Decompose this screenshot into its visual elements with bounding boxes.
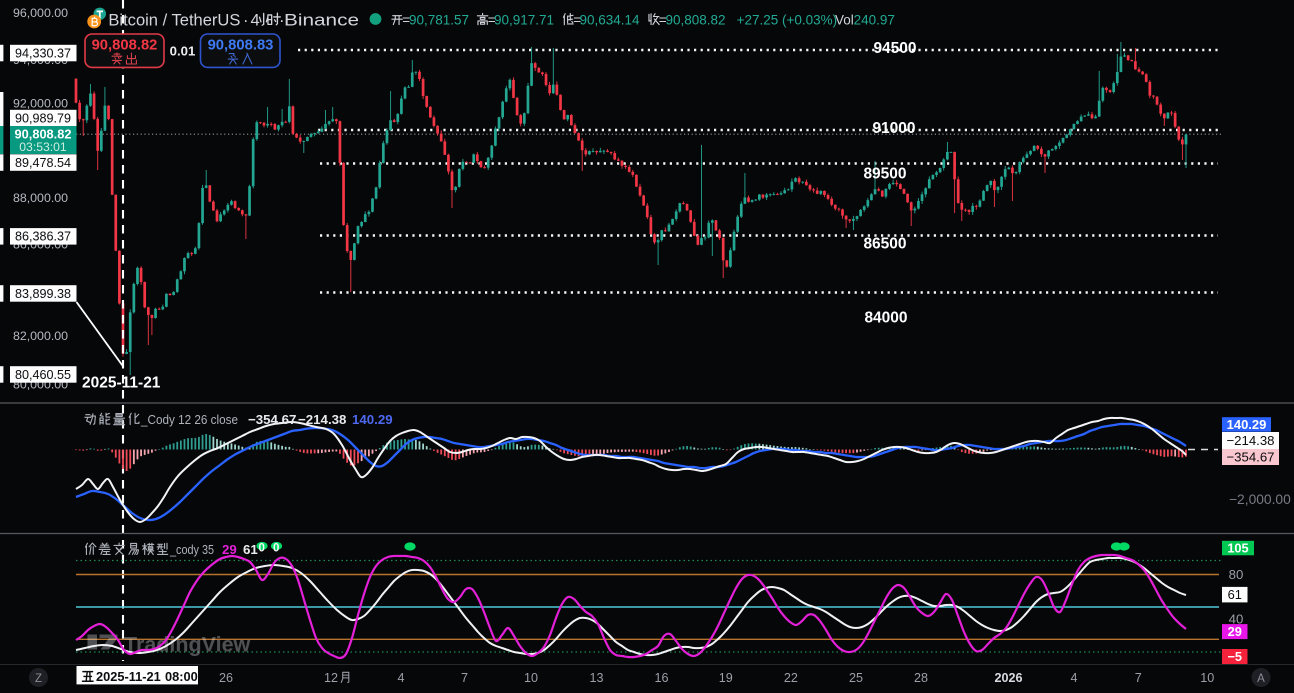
svg-text:28: 28 — [914, 671, 928, 685]
svg-text:10: 10 — [1200, 671, 1214, 685]
svg-text:7: 7 — [1135, 671, 1142, 685]
svg-text:Vol: Vol — [835, 12, 854, 27]
svg-text:89500: 89500 — [863, 166, 906, 183]
svg-text:A: A — [1257, 673, 1265, 685]
svg-text:90,989.79: 90,989.79 — [15, 111, 71, 125]
svg-text:2025-11-21: 2025-11-21 — [96, 669, 161, 684]
svg-text:16: 16 — [654, 671, 668, 685]
svg-text:−354.67: −354.67 — [248, 412, 296, 427]
svg-text:_Cody 12 26 close: _Cody 12 26 close — [140, 412, 238, 427]
svg-text:4: 4 — [1070, 671, 1077, 685]
svg-text:0: 0 — [273, 543, 279, 555]
svg-text:140.29: 140.29 — [352, 412, 393, 427]
svg-text:_cody 35: _cody 35 — [169, 542, 214, 557]
svg-text:90,917.71: 90,917.71 — [494, 12, 554, 27]
svg-text:7: 7 — [461, 671, 468, 685]
svg-text:25: 25 — [849, 671, 863, 685]
svg-text:10: 10 — [524, 671, 538, 685]
svg-text:86500: 86500 — [863, 236, 906, 253]
svg-text:105: 105 — [1227, 540, 1248, 555]
svg-text:80,460.55: 80,460.55 — [15, 368, 71, 382]
svg-text:0.01: 0.01 — [170, 44, 196, 59]
svg-text:90,808.82: 90,808.82 — [92, 38, 158, 54]
svg-text:83,899.38: 83,899.38 — [15, 287, 71, 301]
svg-text:61: 61 — [243, 542, 258, 557]
svg-text:−354.67: −354.67 — [1226, 450, 1274, 465]
svg-text:Z: Z — [35, 673, 42, 685]
svg-text:94500: 94500 — [873, 40, 916, 57]
svg-text:−214.38: −214.38 — [298, 412, 346, 427]
svg-text:2025-11-21: 2025-11-21 — [82, 375, 161, 392]
svg-text:−5: −5 — [1227, 649, 1242, 664]
svg-text:4: 4 — [397, 671, 404, 685]
svg-text:89,478.54: 89,478.54 — [15, 156, 71, 170]
svg-text:86,386.37: 86,386.37 — [15, 230, 71, 244]
svg-text:84000: 84000 — [864, 310, 907, 327]
svg-text:13: 13 — [589, 671, 603, 685]
svg-text:−2,000.00: −2,000.00 — [1229, 492, 1291, 507]
svg-text:140.29: 140.29 — [1227, 417, 1267, 432]
svg-text:4: 4 — [251, 12, 260, 30]
svg-text:0: 0 — [259, 543, 265, 555]
svg-text:+27.25 (+0.03%): +27.25 (+0.03%) — [737, 12, 838, 27]
svg-text:2026: 2026 — [994, 671, 1022, 685]
svg-text:88,000.00: 88,000.00 — [13, 191, 68, 205]
svg-text:240.97: 240.97 — [854, 12, 895, 27]
svg-text:08:00: 08:00 — [165, 669, 198, 684]
svg-text:90,634.14: 90,634.14 — [580, 12, 641, 27]
svg-text:29: 29 — [222, 542, 237, 557]
svg-text:61: 61 — [1228, 587, 1242, 602]
svg-text:92,000.00: 92,000.00 — [13, 96, 68, 110]
svg-text:96,000.00: 96,000.00 — [13, 6, 68, 20]
svg-text:91000: 91000 — [872, 120, 915, 137]
svg-text:03:53:01: 03:53:01 — [19, 140, 67, 154]
svg-text:Bitcoin / TetherUS: Bitcoin / TetherUS — [108, 12, 240, 30]
svg-text:90,808.82: 90,808.82 — [666, 12, 726, 27]
svg-text:90,808.83: 90,808.83 — [208, 38, 274, 54]
svg-text:26: 26 — [219, 671, 233, 685]
svg-text:80: 80 — [1229, 567, 1244, 582]
svg-text:19: 19 — [719, 671, 733, 685]
svg-text:·: · — [243, 12, 249, 30]
svg-text:12: 12 — [324, 671, 338, 685]
svg-text:−214.38: −214.38 — [1226, 433, 1274, 448]
svg-text:90,781.57: 90,781.57 — [409, 12, 469, 27]
svg-text:82,000.00: 82,000.00 — [13, 329, 68, 343]
svg-text:22: 22 — [784, 671, 798, 685]
svg-text:94,330.37: 94,330.37 — [15, 46, 71, 60]
svg-text:Binance: Binance — [284, 12, 359, 30]
svg-text:29: 29 — [1228, 624, 1242, 639]
